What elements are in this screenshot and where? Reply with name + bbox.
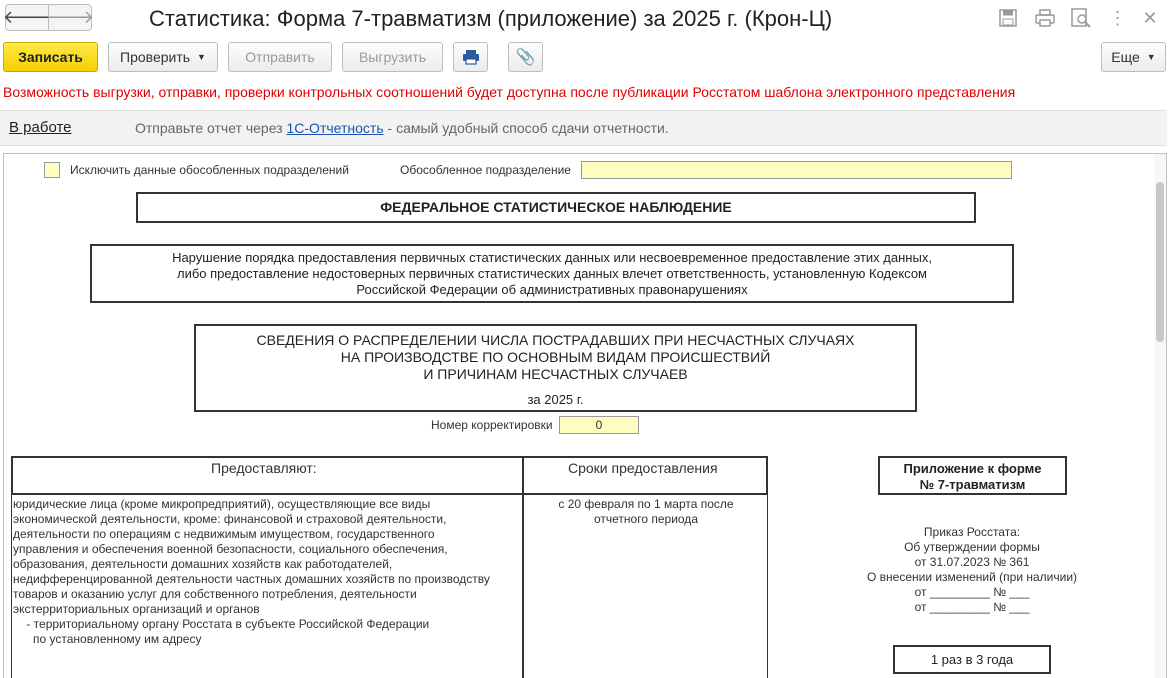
more-dots-icon[interactable]: ⋮	[1107, 7, 1129, 29]
table-header-submitters: Предоставляют:	[11, 456, 524, 495]
submitters-line: экстерриториальных организаций и органов	[13, 602, 260, 616]
submitters-line: недифференцированной деятельности частны…	[13, 572, 490, 586]
order-line: от 31.07.2023 № 361	[914, 555, 1030, 569]
attach-button[interactable]: 📎	[508, 42, 543, 72]
unload-button[interactable]: Выгрузить	[342, 42, 443, 72]
title-bar: 🡐 🡒 Статистика: Форма 7-травматизм (прил…	[0, 0, 1171, 38]
report-period: за 2025 г.	[527, 392, 584, 407]
submitters-line: управления и обеспечения военной безопас…	[13, 542, 448, 556]
status-text: Отправьте отчет через 1С-Отчетность - са…	[135, 120, 669, 136]
deadline-line: с 20 февраля по 1 марта после	[558, 497, 734, 511]
order-info: Приказ Росстата: Об утверждении формы от…	[834, 525, 1110, 615]
submitters-table: Предоставляют: Сроки предоставления юрид…	[11, 456, 768, 678]
paperclip-icon: 📎	[515, 49, 536, 66]
submitters-text: юридические лица (кроме микропредприятий…	[13, 497, 490, 647]
print-icon[interactable]	[1034, 7, 1056, 29]
deadlines-cell: с 20 февраля по 1 марта после отчетного …	[522, 494, 768, 678]
deadlines-text: с 20 февраля по 1 марта после отчетного …	[523, 497, 769, 527]
check-button-label: Проверить	[120, 49, 191, 65]
check-button[interactable]: Проверить ▼	[108, 42, 218, 72]
appendix-line: Приложение к форме	[903, 461, 1042, 476]
arrow-right-icon: 🡒	[45, 7, 95, 27]
send-button[interactable]: Отправить	[228, 42, 332, 72]
arrow-left-icon: 🡐	[2, 7, 52, 27]
submitters-cell: юридические лица (кроме микропредприятий…	[11, 494, 524, 678]
subdivision-label: Обособленное подразделение	[400, 163, 571, 177]
status-label[interactable]: В работе	[9, 119, 72, 136]
preview-icon[interactable]	[1070, 7, 1092, 29]
back-button[interactable]: 🡐	[2, 4, 52, 31]
more-button[interactable]: Еще ▼	[1101, 42, 1166, 72]
report-heading-box: СВЕДЕНИЯ О РАСПРЕДЕЛЕНИИ ЧИСЛА ПОСТРАДАВ…	[194, 324, 917, 412]
submitters-line: по установленному им адресу	[13, 632, 202, 646]
table-header-deadlines: Сроки предоставления	[522, 456, 768, 495]
heading-line: НА ПРОИЗВОДСТВЕ ПО ОСНОВНЫМ ВИДАМ ПРОИСШ…	[340, 349, 771, 365]
forward-button[interactable]: 🡒	[45, 4, 95, 31]
correction-number-field[interactable]: 0	[559, 416, 639, 434]
heading-line: СВЕДЕНИЯ О РАСПРЕДЕЛЕНИИ ЧИСЛА ПОСТРАДАВ…	[256, 332, 855, 348]
submitters-line: товаров и оказанию услуг для собственног…	[13, 587, 417, 601]
liability-line: Нарушение порядка предоставления первичн…	[172, 250, 932, 265]
dropdown-arrow-icon: ▼	[197, 52, 206, 62]
liability-line: Российской Федерации об административных…	[356, 282, 748, 297]
submitters-line: деятельности по операциям с недвижимым и…	[13, 527, 435, 541]
1c-reporting-link[interactable]: 1С-Отчетность	[287, 120, 384, 136]
order-line: от _________ № ___	[914, 600, 1030, 614]
order-line: от _________ № ___	[914, 585, 1030, 599]
col2-header: Сроки предоставления	[568, 460, 718, 476]
deadline-line: отчетного периода	[594, 512, 698, 526]
order-line: О внесении изменений (при наличии)	[866, 570, 1078, 584]
subdivision-field[interactable]	[581, 161, 1012, 179]
order-line: Приказ Росстата:	[923, 525, 1021, 539]
status-text-before: Отправьте отчет через	[135, 120, 283, 136]
submitters-line: юридические лица (кроме микропредприятий…	[13, 497, 431, 511]
vertical-scrollbar[interactable]	[1154, 154, 1166, 678]
print-button[interactable]	[453, 42, 488, 72]
exclude-subdivisions-label: Исключить данные обособленных подразделе…	[70, 163, 349, 177]
status-bar: В работе Отправьте отчет через 1С-Отчетн…	[0, 110, 1167, 146]
submitters-line: экономической деятельности, кроме: финан…	[13, 512, 447, 526]
submitters-line: образования, деятельности домашних хозяй…	[13, 557, 393, 571]
correction-label: Номер корректировки	[431, 418, 553, 432]
scrollbar-thumb[interactable]	[1156, 182, 1164, 342]
frequency-box: 1 раз в 3 года	[893, 645, 1051, 674]
status-text-after: - самый удобный способ сдачи отчетности.	[387, 120, 669, 136]
report-sheet[interactable]: Исключить данные обособленных подразделе…	[3, 153, 1167, 678]
toolbar: Записать Проверить ▼ Отправить Выгрузить…	[0, 42, 1171, 74]
appendix-line: № 7-травматизм	[919, 477, 1026, 492]
exclude-subdivisions-checkbox[interactable]	[44, 162, 60, 178]
appendix-box: Приложение к форме № 7-травматизм	[878, 456, 1067, 495]
federal-observation-header: ФЕДЕРАЛЬНОЕ СТАТИСТИЧЕСКОЕ НАБЛЮДЕНИЕ	[136, 192, 976, 223]
submitters-line: - территориальному органу Росстата в суб…	[13, 617, 430, 631]
liability-line: либо предоставление недостоверных первич…	[177, 266, 927, 281]
col1-header: Предоставляют:	[211, 460, 317, 476]
liability-warning-box: Нарушение порядка предоставления первичн…	[90, 244, 1014, 303]
window-title: Статистика: Форма 7-травматизм (приложен…	[149, 6, 833, 31]
more-button-label: Еще	[1111, 49, 1140, 65]
warning-message: Возможность выгрузки, отправки, проверки…	[3, 84, 1016, 100]
heading-line: И ПРИЧИНАМ НЕСЧАСТНЫХ СЛУЧАЕВ	[423, 366, 688, 382]
close-icon[interactable]: ✕	[1139, 7, 1161, 29]
printer-icon	[462, 50, 479, 65]
order-line: Об утверждении формы	[904, 540, 1040, 554]
dropdown-arrow-icon: ▼	[1146, 52, 1156, 62]
save-icon[interactable]	[997, 7, 1019, 29]
record-button[interactable]: Записать	[3, 42, 98, 72]
